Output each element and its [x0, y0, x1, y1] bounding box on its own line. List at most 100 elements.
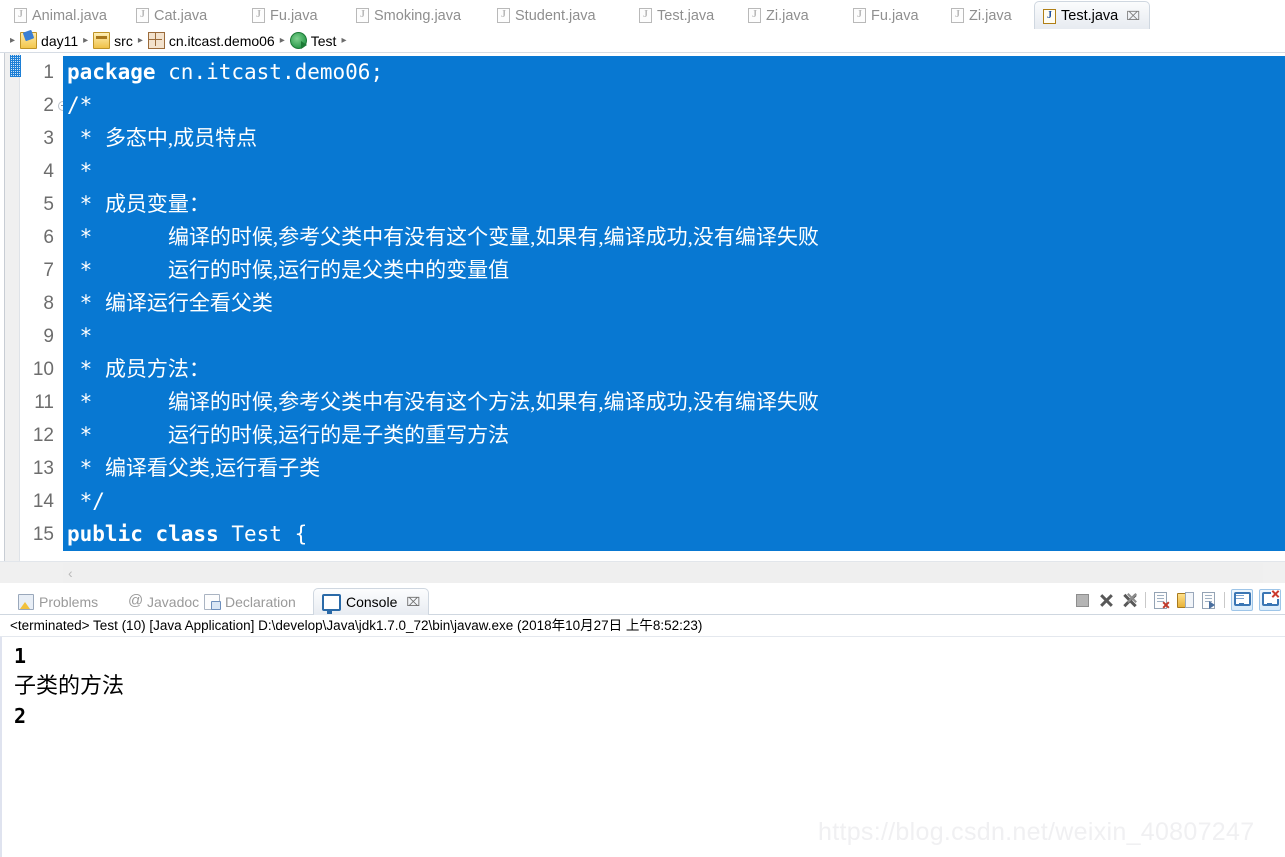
editor-tab-animal-java-0[interactable]: Animal.java	[6, 2, 116, 29]
line-number-value: 11	[34, 392, 54, 413]
code-text: 运行的时候,运行的是子类的重写方法	[167, 423, 510, 447]
toolbar-separator	[1145, 592, 1146, 608]
line-number-value: 14	[32, 491, 54, 512]
code-line[interactable]: * 成员变量：	[63, 188, 1285, 221]
line-number: 7	[21, 254, 59, 287]
view-tab-javadoc[interactable]: Javadoc	[120, 589, 207, 614]
line-number-value: 2	[43, 95, 54, 116]
breadcrumb-item-day11[interactable]: day11	[20, 32, 78, 49]
javadoc-icon	[128, 592, 143, 609]
source-folder-icon	[93, 32, 111, 49]
editor-horizontal-scrollbar[interactable]: ‹	[0, 561, 1285, 584]
breadcrumb-item-cn-itcast-demo06[interactable]: cn.itcast.demo06	[147, 32, 275, 49]
console-view: Problems Javadoc Declaration Console ⌧ <term…	[0, 587, 1285, 857]
code-keyword: package	[67, 60, 169, 84]
line-number: 4	[21, 155, 59, 188]
line-number-value: 1	[43, 62, 54, 83]
code-text: 编译看父类,运行看子类	[104, 456, 321, 480]
code-line[interactable]: * 编译的时候,参考父类中有没有这个方法,如果有,编译成功,没有编译失败	[63, 386, 1285, 419]
scroll-lock-button[interactable]	[1176, 591, 1194, 609]
breadcrumb-item-Test[interactable]: Test	[289, 32, 336, 49]
breadcrumb-label: day11	[41, 32, 79, 49]
line-number: 6	[21, 221, 59, 254]
line-number-value: 3	[43, 128, 54, 149]
project-icon	[20, 32, 38, 49]
java-file-icon	[497, 8, 510, 23]
code-text: 编译运行全看父类	[104, 291, 273, 315]
java-file-icon	[1043, 8, 1056, 24]
editor-marker-bar[interactable]	[4, 53, 24, 561]
code-line[interactable]: * 多态中,成员特点	[63, 122, 1285, 155]
editor-tab-cat-java-1[interactable]: Cat.java	[128, 2, 216, 29]
code-line[interactable]: * 成员方法：	[63, 353, 1285, 386]
breadcrumb-separator: ▸	[341, 35, 347, 46]
editor-tab-label: Test.java	[657, 7, 715, 24]
code-text: 运行的时候,运行的是父类中的变量值	[167, 258, 510, 282]
line-number: 8	[21, 287, 59, 320]
code-line[interactable]: public class Test {	[63, 518, 1285, 551]
console-output-line: 2	[14, 704, 27, 728]
breadcrumb-separator: ▸	[137, 35, 143, 46]
code-text: *	[67, 324, 105, 348]
code-line[interactable]: * 运行的时候,运行的是父类中的变量值	[63, 254, 1285, 287]
package-icon	[147, 32, 165, 49]
breadcrumb-separator: ▸	[10, 35, 16, 46]
editor-hscroll-thumb[interactable]	[63, 563, 1263, 583]
terminate-button	[1073, 591, 1091, 609]
line-number: 12	[21, 419, 59, 452]
editor-tab-fu-java-2[interactable]: Fu.java	[244, 2, 327, 29]
editor-tab-student-java-4[interactable]: Student.java	[489, 2, 605, 29]
editor-tab-zi-java-6[interactable]: Zi.java	[740, 2, 818, 29]
code-text: *	[67, 390, 168, 414]
word-wrap-button[interactable]	[1200, 591, 1218, 609]
java-file-icon	[356, 8, 369, 23]
code-line[interactable]: * 运行的时候,运行的是子类的重写方法	[63, 419, 1285, 452]
breadcrumb-label: cn.itcast.demo06	[168, 32, 275, 49]
editor-tab-fu-java-7[interactable]: Fu.java	[845, 2, 928, 29]
editor-tab-label: Test.java	[1061, 8, 1119, 24]
editor-tab-bar: Animal.java Cat.java Fu.java Smoking.java St…	[0, 0, 1285, 30]
editor-tab-test-java-5[interactable]: Test.java	[631, 2, 723, 29]
breadcrumb-item-src[interactable]: src	[93, 32, 133, 49]
class-icon	[289, 32, 307, 49]
code-line[interactable]: */	[63, 485, 1285, 518]
view-tab-declaration[interactable]: Declaration	[196, 589, 304, 614]
view-tab-problems[interactable]: Problems	[10, 589, 106, 614]
code-line[interactable]: /*	[63, 89, 1285, 122]
code-editor[interactable]: 1 2 3 4 5 6 7 8 9 10 11 12 13 14 15 package cn.itcast.…	[0, 53, 1285, 561]
code-line[interactable]: *	[63, 320, 1285, 353]
scroll-left-icon[interactable]: ‹	[68, 564, 73, 582]
editor-tab-label: Student.java	[515, 7, 596, 24]
close-icon[interactable]: ⌧	[406, 595, 420, 609]
code-line[interactable]: package cn.itcast.demo06;	[63, 56, 1285, 89]
java-file-icon	[136, 8, 149, 23]
code-line[interactable]: * 编译运行全看父类	[63, 287, 1285, 320]
code-text: *	[67, 423, 168, 447]
code-text: *	[67, 192, 105, 216]
clear-console-button[interactable]	[1152, 591, 1170, 609]
code-line[interactable]: *	[63, 155, 1285, 188]
console-launch-line: <terminated> Test (10) [Java Application…	[0, 615, 1285, 637]
close-icon[interactable]: ⌧	[1126, 10, 1140, 22]
editor-tab-zi-java-8[interactable]: Zi.java	[943, 2, 1021, 29]
code-line[interactable]: * 编译看父类,运行看子类	[63, 452, 1285, 485]
code-text: *	[67, 126, 105, 150]
editor-tab-label: Cat.java	[154, 7, 208, 24]
code-text-area[interactable]: package cn.itcast.demo06; /* * 多态中,成员特点 *…	[63, 53, 1285, 561]
remove-all-terminated-button[interactable]	[1121, 591, 1139, 609]
editor-tab-label: Fu.java	[871, 7, 919, 24]
open-console-button[interactable]	[1259, 589, 1281, 611]
line-number: 5	[21, 188, 59, 221]
remove-launch-button[interactable]	[1097, 591, 1115, 609]
line-number: 2	[21, 89, 68, 122]
code-text: 编译的时候,参考父类中有没有这个方法,如果有,编译成功,没有编译失败	[167, 390, 819, 414]
console-icon	[322, 593, 341, 614]
line-number-value: 7	[43, 260, 54, 281]
editor-tab-test-java-9[interactable]: Test.java ⌧	[1034, 1, 1151, 30]
code-line[interactable]: * 编译的时候,参考父类中有没有这个变量,如果有,编译成功,没有编译失败	[63, 221, 1285, 254]
line-number-value: 10	[32, 359, 54, 380]
code-keyword: public class	[67, 522, 232, 546]
display-selected-console-button[interactable]	[1231, 589, 1253, 611]
view-tab-console[interactable]: Console ⌧	[313, 588, 430, 615]
editor-tab-smoking-java-3[interactable]: Smoking.java	[348, 2, 470, 29]
